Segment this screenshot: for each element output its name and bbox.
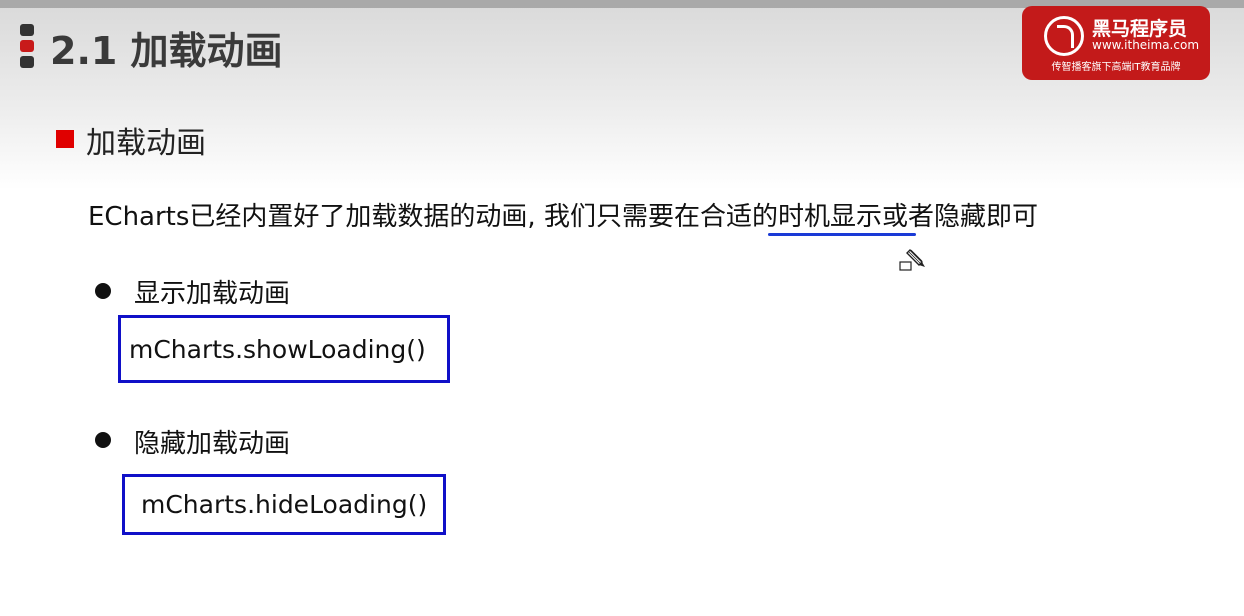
- brand-logo: 黑马程序员 www.itheima.com 传智播客旗下高端IT教育品牌: [1022, 6, 1210, 80]
- section-heading: 加载动画: [86, 126, 206, 161]
- pencil-cursor-icon: [899, 249, 925, 271]
- code-hide: mCharts.hideLoading(): [141, 490, 428, 519]
- logo-url: www.itheima.com: [1092, 38, 1200, 52]
- logo-mark-icon: [1044, 16, 1084, 56]
- intro-text: ECharts已经内置好了加载数据的动画, 我们只需要在合适的时机显示或者隐藏即…: [88, 202, 1038, 232]
- bullet-dot: [95, 283, 111, 299]
- highlight-underline: [768, 233, 916, 236]
- bullet-label-hide: 隐藏加载动画: [134, 429, 291, 459]
- title-marker-icon: [20, 24, 34, 68]
- logo-name: 黑马程序员: [1092, 18, 1188, 40]
- code-box-hide: mCharts.hideLoading(): [122, 474, 446, 535]
- section-bullet: [56, 130, 74, 148]
- bullet-dot: [95, 432, 111, 448]
- code-show: mCharts.showLoading(): [129, 334, 426, 364]
- bullet-label-show: 显示加载动画: [134, 279, 291, 309]
- page-title: 2.1 加载动画: [50, 29, 283, 73]
- code-box-show: mCharts.showLoading(): [118, 315, 450, 383]
- logo-slogan: 传智播客旗下高端IT教育品牌: [1051, 62, 1181, 73]
